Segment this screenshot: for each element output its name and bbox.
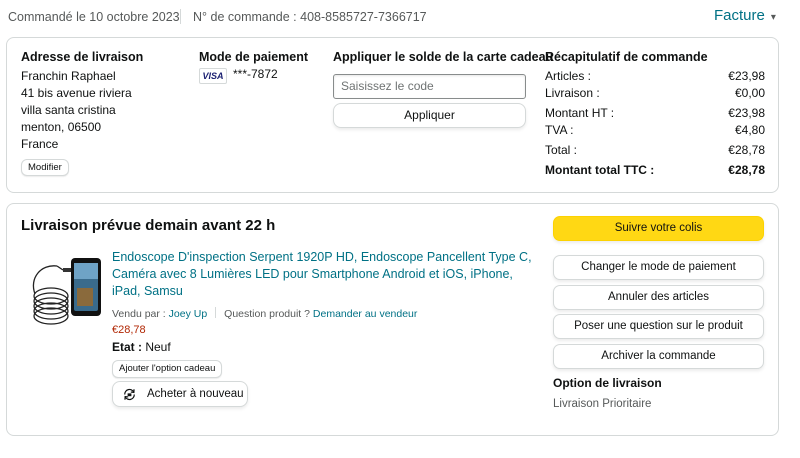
- seller-info: Vendu par : Joey Up Question produit ? De…: [112, 307, 417, 320]
- summary-row-grand-total: Montant total TTC : €28,78: [545, 163, 765, 180]
- visa-card-icon: VISA: [199, 68, 227, 84]
- buy-again-icon: [124, 388, 135, 401]
- summary-value: €28,78: [728, 163, 765, 177]
- delivery-option-title: Option de livraison: [553, 376, 662, 390]
- cancel-items-button[interactable]: Annuler des articles: [553, 285, 764, 310]
- summary-value: €4,80: [734, 123, 765, 137]
- add-gift-option-button[interactable]: Ajouter l'option cadeau: [112, 360, 223, 378]
- shipment-card: Livraison prévue demain avant 22 h Endos…: [6, 203, 779, 436]
- summary-label: TVA :: [545, 123, 574, 137]
- condition-label: Etat :: [112, 340, 142, 354]
- gift-card-code-input[interactable]: Saisissez le code: [333, 74, 526, 99]
- invoice-dropdown[interactable]: Facture ▾: [714, 7, 776, 24]
- delivery-option-value: Livraison Prioritaire: [553, 398, 652, 410]
- address-line: villa santa cristina: [21, 103, 116, 117]
- shipping-address: Franchin Raphael 41 bis avenue riviera v…: [21, 68, 132, 153]
- seller-link[interactable]: Joey Up: [169, 308, 208, 320]
- summary-value: €0,00: [734, 86, 765, 100]
- summary-value: €23,98: [728, 69, 765, 83]
- shipping-address-title: Adresse de livraison: [21, 50, 144, 64]
- summary-row-vat: TVA : €4,80: [545, 123, 765, 140]
- change-payment-button[interactable]: Changer le mode de paiement: [553, 255, 764, 280]
- order-details-card: Adresse de livraison Franchin Raphael 41…: [6, 37, 779, 193]
- summary-value: €28,78: [728, 143, 765, 157]
- order-header: Commandé le 10 octobre 2023 N° de comman…: [0, 0, 800, 34]
- seller-prefix: Vendu par :: [112, 308, 169, 320]
- ask-seller-link[interactable]: Demander au vendeur: [313, 308, 417, 320]
- gift-card-title: Appliquer le solde de la carte cadeau: [333, 50, 554, 64]
- order-summary-title: Récapitulatif de commande: [545, 50, 708, 64]
- summary-row-subtotal: Montant HT : €23,98: [545, 106, 765, 123]
- apply-gift-card-button[interactable]: Appliquer: [333, 103, 526, 128]
- address-line: 41 bis avenue riviera: [21, 86, 132, 100]
- condition-value: Neuf: [145, 340, 171, 354]
- summary-label: Total :: [545, 143, 578, 157]
- summary-label: Livraison :: [545, 86, 600, 100]
- summary-label: Montant HT :: [545, 106, 615, 120]
- order-date: Commandé le 10 octobre 2023: [8, 10, 180, 24]
- invoice-label: Facture: [714, 7, 765, 24]
- modify-address-button[interactable]: Modifier: [21, 159, 69, 176]
- track-package-button[interactable]: Suivre votre colis: [553, 216, 764, 241]
- ask-product-question-button[interactable]: Poser une question sur le produit: [553, 314, 764, 339]
- summary-label: Articles :: [545, 69, 592, 83]
- summary-label: Montant total TTC :: [545, 163, 655, 177]
- order-number: N° de commande : 408-8585727-7366717: [193, 10, 427, 24]
- summary-row-articles: Articles : €23,98: [545, 69, 765, 86]
- header-divider: [180, 9, 181, 24]
- seller-divider: [215, 307, 217, 318]
- summary-row-shipping: Livraison : €0,00: [545, 86, 765, 103]
- summary-value: €23,98: [728, 106, 765, 120]
- summary-row-total: Total : €28,78: [545, 143, 765, 160]
- payment-method-title: Mode de paiement: [199, 50, 309, 64]
- card-number: ***-7872: [233, 67, 278, 81]
- product-image[interactable]: [27, 254, 107, 330]
- chevron-down-icon: ▾: [770, 12, 776, 23]
- buy-again-label: Acheter à nouveau: [147, 388, 244, 400]
- product-condition: Etat : Neuf: [112, 340, 171, 354]
- product-price: €28,78: [112, 324, 146, 336]
- address-line: Franchin Raphael: [21, 69, 116, 83]
- archive-order-button[interactable]: Archiver la commande: [553, 344, 764, 369]
- question-prefix: Question produit ?: [224, 308, 313, 320]
- address-line: menton, 06500: [21, 120, 102, 134]
- buy-again-button[interactable]: Acheter à nouveau: [112, 381, 248, 407]
- product-title-link[interactable]: Endoscope D'inspection Serpent 1920P HD,…: [112, 249, 532, 300]
- delivery-estimate-title: Livraison prévue demain avant 22 h: [21, 217, 276, 234]
- address-line: France: [21, 137, 59, 151]
